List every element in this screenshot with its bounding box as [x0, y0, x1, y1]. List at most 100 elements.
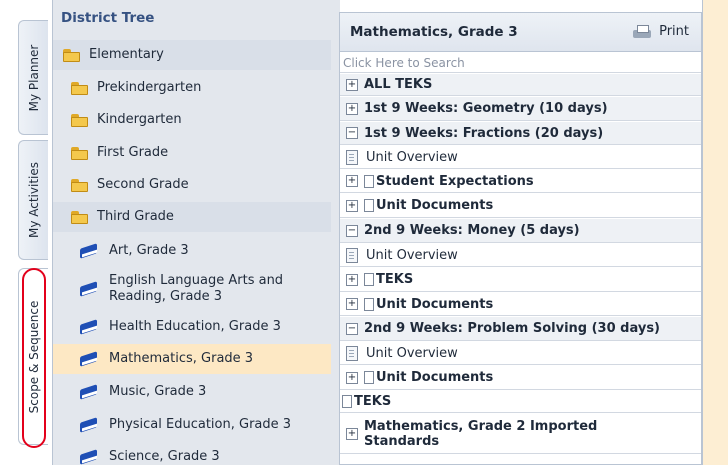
expand-icon[interactable]: +	[346, 175, 358, 187]
tree-item-label: Second Grade	[97, 177, 189, 192]
row-label: 2nd 9 Weeks: Money (5 days)	[364, 223, 580, 238]
scope-row-unit[interactable]: − 2nd 9 Weeks: Problem Solving (30 days)	[340, 317, 701, 341]
page-icon	[364, 297, 374, 311]
book-icon	[79, 385, 99, 399]
book-icon	[79, 244, 99, 258]
page-icon	[364, 174, 374, 188]
print-label: Print	[659, 24, 689, 39]
right-panel-edge	[702, 0, 728, 465]
folder-icon	[71, 178, 88, 192]
tree-item-label: Third Grade	[97, 209, 174, 224]
tree-item-first-grade[interactable]: First Grade	[53, 138, 331, 168]
tree-item-second-grade[interactable]: Second Grade	[53, 170, 331, 200]
expand-icon[interactable]: +	[346, 273, 358, 286]
row-label: 2nd 9 Weeks: Problem Solving (30 days)	[364, 321, 660, 336]
document-icon	[346, 247, 358, 263]
print-button[interactable]: Print	[633, 24, 689, 39]
scope-sequence-panel: Mathematics, Grade 3 Print Click Here to…	[339, 12, 702, 465]
scope-row-student-expectations[interactable]: + Student Expectations	[340, 170, 701, 193]
expand-icon[interactable]: +	[346, 371, 358, 384]
page-icon	[364, 199, 374, 212]
tab-label: My Activities	[26, 161, 41, 239]
page-icon	[342, 395, 352, 408]
scope-row-unit-documents[interactable]: + Unit Documents	[340, 366, 701, 390]
tab-my-activities[interactable]: My Activities	[18, 140, 48, 260]
document-icon	[346, 345, 358, 361]
printer-icon	[633, 24, 653, 39]
book-icon	[79, 450, 99, 464]
collapse-icon[interactable]: −	[346, 224, 358, 237]
search-input[interactable]: Click Here to Search	[340, 53, 701, 73]
expand-icon[interactable]: +	[346, 427, 358, 440]
tree-item-label: Health Education, Grade 3	[109, 319, 281, 334]
scope-row-unit-overview[interactable]: Unit Overview	[340, 244, 701, 267]
book-icon	[79, 320, 99, 334]
scope-row-unit-documents[interactable]: + Unit Documents	[340, 194, 701, 218]
scope-row-unit-overview[interactable]: Unit Overview	[340, 146, 701, 169]
page-icon	[364, 273, 374, 286]
folder-icon	[71, 146, 88, 160]
row-label: Unit Overview	[366, 345, 458, 361]
book-icon	[79, 418, 99, 432]
tree-item-label: First Grade	[97, 145, 169, 160]
tree-item-label: Art, Grade 3	[109, 243, 189, 258]
book-icon	[79, 352, 99, 366]
page-icon	[364, 371, 374, 384]
expand-icon[interactable]: +	[346, 78, 358, 91]
row-label: Unit Documents	[376, 198, 494, 213]
row-label: Unit Documents	[376, 370, 494, 385]
tree-item-label: Science, Grade 3	[109, 449, 220, 464]
scope-header: Mathematics, Grade 3 Print	[340, 13, 701, 52]
book-icon	[79, 282, 99, 296]
scope-row-imported-standards[interactable]: + Mathematics, Grade 2 Imported Standard…	[340, 414, 701, 454]
tree-item-art-grade-3[interactable]: Art, Grade 3	[53, 236, 331, 266]
expand-icon[interactable]: +	[346, 199, 358, 212]
tree-item-music-grade-3[interactable]: Music, Grade 3	[53, 377, 331, 407]
tree-item-label: Mathematics, Grade 3	[109, 351, 254, 366]
tree-item-ela-grade-3[interactable]: English Language Arts and Reading, Grade…	[53, 269, 331, 309]
row-label: Student Expectations	[376, 173, 534, 189]
scope-row-unit[interactable]: + 1st 9 Weeks: Geometry (10 days)	[340, 97, 701, 121]
row-label: ALL TEKS	[364, 77, 433, 92]
row-label: Unit Documents	[376, 296, 494, 312]
district-tree-panel: District Tree Elementary Prekindergarten…	[52, 0, 340, 465]
scope-row-teks[interactable]: + TEKS	[340, 268, 701, 292]
row-label: Unit Overview	[366, 247, 458, 263]
tree-item-science-grade-3[interactable]: Science, Grade 3	[53, 442, 331, 465]
highlight-oval	[22, 268, 46, 448]
folder-icon	[71, 113, 88, 127]
expand-icon[interactable]: +	[346, 298, 358, 310]
tree-item-kindergarten[interactable]: Kindergarten	[53, 105, 331, 135]
collapse-icon[interactable]: −	[346, 127, 358, 139]
scope-title: Mathematics, Grade 3	[350, 24, 518, 40]
row-label: TEKS	[376, 272, 414, 287]
row-label: 1st 9 Weeks: Fractions (20 days)	[364, 125, 604, 141]
scope-row-unit-documents[interactable]: + Unit Documents	[340, 293, 701, 316]
scope-row-all-teks[interactable]: + ALL TEKS	[340, 74, 701, 96]
row-label: Unit Overview	[366, 149, 458, 165]
row-label: TEKS	[354, 394, 392, 409]
vertical-tab-bar: My Planner My Activities Scope & Sequenc…	[0, 0, 52, 465]
tree-item-elementary[interactable]: Elementary	[53, 40, 331, 70]
tab-my-planner[interactable]: My Planner	[18, 20, 48, 135]
scope-row-teks[interactable]: TEKS	[340, 391, 701, 413]
scope-row-unit[interactable]: − 1st 9 Weeks: Fractions (20 days)	[340, 122, 701, 145]
tree-item-label: Physical Education, Grade 3	[109, 417, 292, 432]
tree-item-health-grade-3[interactable]: Health Education, Grade 3	[53, 312, 331, 342]
tree-item-physical-education-grade-3[interactable]: Physical Education, Grade 3	[53, 410, 331, 440]
tree-item-label: Kindergarten	[97, 112, 182, 127]
tab-label: My Planner	[26, 44, 41, 111]
document-icon	[346, 149, 358, 165]
folder-icon	[71, 210, 88, 224]
row-label: Mathematics, Grade 2 Imported Standards	[364, 418, 598, 449]
scope-row-unit[interactable]: − 2nd 9 Weeks: Money (5 days)	[340, 219, 701, 243]
collapse-icon[interactable]: −	[346, 322, 358, 335]
tree-item-label: Elementary	[89, 47, 164, 62]
tree-item-mathematics-grade-3[interactable]: Mathematics, Grade 3	[53, 344, 331, 374]
tree-item-third-grade[interactable]: Third Grade	[53, 202, 331, 232]
tree-item-label: English Language Arts and Reading, Grade…	[109, 273, 284, 304]
scope-row-unit-overview[interactable]: Unit Overview	[340, 342, 701, 365]
expand-icon[interactable]: +	[346, 102, 358, 115]
tree-item-prekindergarten[interactable]: Prekindergarten	[53, 73, 331, 103]
tree-item-label: Prekindergarten	[97, 80, 202, 95]
